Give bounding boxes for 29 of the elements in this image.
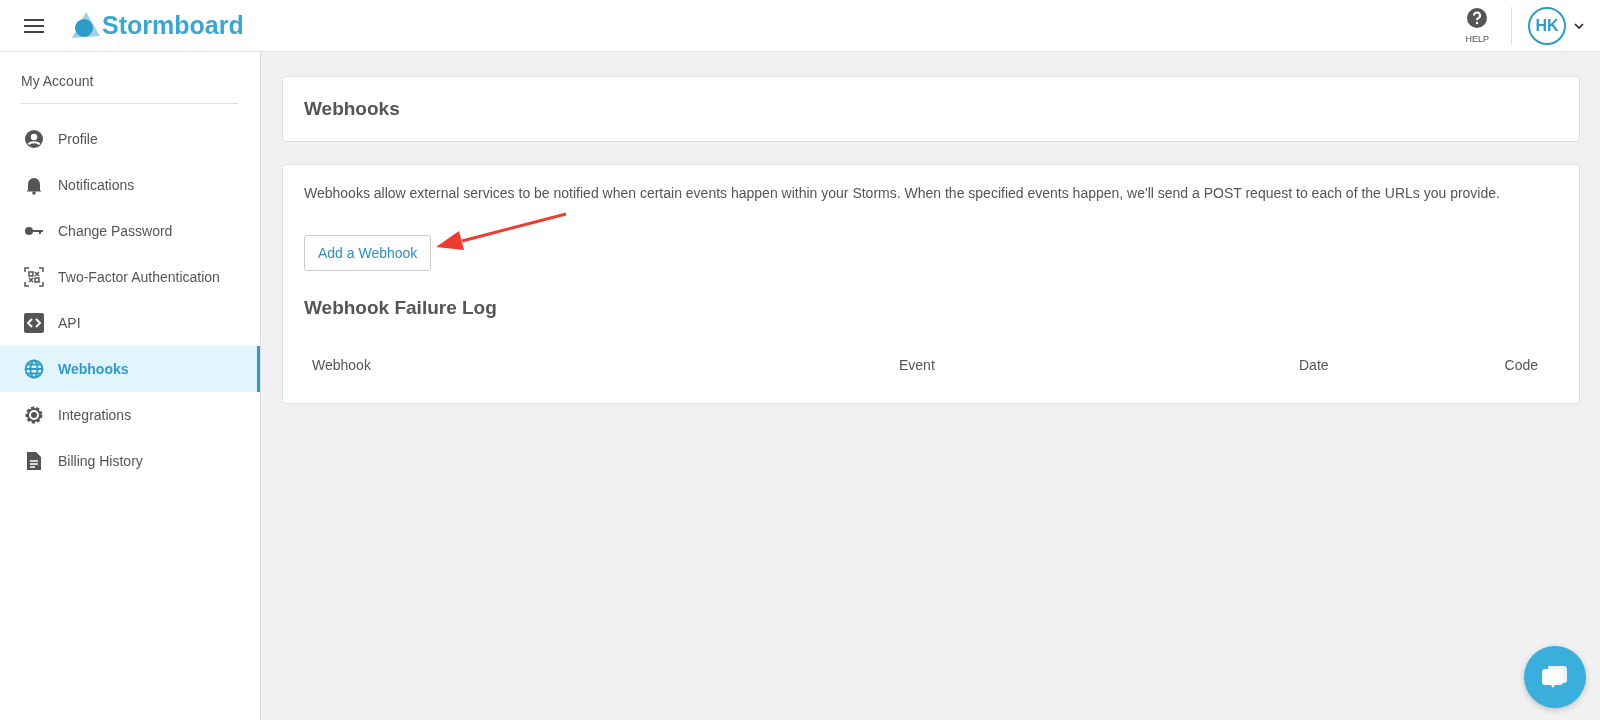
logo-icon [70,11,100,40]
sidebar-item[interactable]: API [0,300,260,346]
menu-icon[interactable] [24,17,44,34]
column-header: Webhook [312,357,372,373]
column-header: Date [1299,357,1330,373]
chat-bubbles-icon [1541,664,1569,690]
section-heading: Webhook Failure Log [304,297,498,319]
sidebar-item[interactable]: Billing History [0,438,260,484]
help-button[interactable]: HELP [1465,7,1489,44]
column-header: Event [899,357,936,373]
globe-icon [24,359,44,379]
description-text: Webhooks allow external services to be notified when certain events happen within your Storms. When the specified events happen, we'll send a POST request to each of the URLs you provide. [304,185,1501,201]
user-icon [24,129,44,149]
caret-icon[interactable] [1574,22,1584,29]
document-icon [24,451,44,471]
sidebar-title: My Account [21,52,238,104]
add-webhook-button[interactable]: Add a Webhook [304,235,432,271]
chat-button[interactable] [1524,646,1586,708]
column-header: Code [1504,357,1538,373]
bell-icon [24,175,44,195]
code-icon [24,313,44,333]
page-title: Webhooks [304,98,400,120]
sidebar-item[interactable]: Integrations [0,392,260,438]
sidebar-item[interactable]: Profile [0,116,260,162]
sidebar-item[interactable]: Notifications [0,162,260,208]
sidebar-item[interactable]: Two-Factor Authentication [0,254,260,300]
gear-icon [24,405,44,425]
qr-code-icon [24,267,44,287]
sidebar-item[interactable]: Change Password [0,208,260,254]
